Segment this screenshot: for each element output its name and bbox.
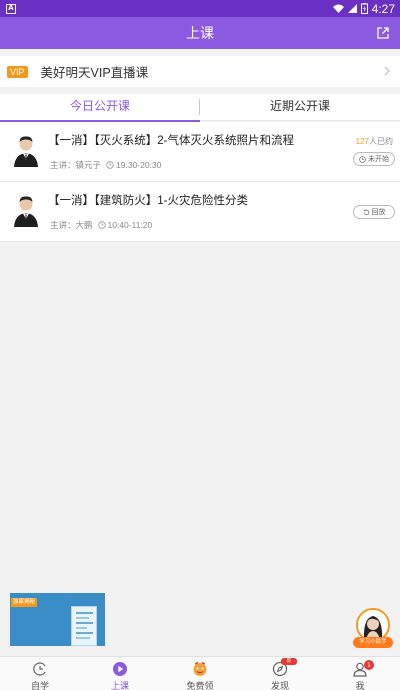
booked-count: 127人已约 — [355, 137, 393, 146]
helper-label: 学习小助手 — [353, 637, 393, 648]
replay-icon — [363, 208, 369, 215]
clock-icon — [359, 155, 366, 163]
replay-button[interactable]: 回放 — [353, 205, 395, 219]
nav-label: 自学 — [30, 681, 49, 690]
not-started-button[interactable]: 未开始 — [353, 152, 395, 166]
teacher-avatar — [14, 136, 38, 167]
course-meta: 主讲：大鹏 10:40-11:20 — [50, 219, 152, 231]
study-icon — [33, 662, 46, 676]
course-time: 19:30-20:30 — [116, 160, 162, 170]
vip-badge: VIP — [7, 65, 28, 78]
study-helper-button[interactable]: 学习小助手 — [353, 608, 393, 650]
list-item[interactable]: 【一消】【建筑防火】1-火灾危险性分类 主讲：大鹏 10:40-11:20 回放 — [0, 182, 400, 242]
nav-item-free[interactable]: 免费领 — [160, 657, 240, 690]
share-icon[interactable] — [376, 26, 390, 40]
tab-today-open-course[interactable]: 今日公开课 — [0, 94, 200, 122]
page-title: 上课 — [186, 25, 214, 41]
vip-title: 美好明天VIP直播课 — [40, 66, 149, 80]
nav-item-discover[interactable]: 新 发现 — [240, 657, 320, 690]
clock-icon — [106, 161, 114, 169]
course-teacher: 主讲：镇元子 — [50, 160, 102, 170]
nav-label: 免费领 — [186, 681, 214, 690]
nav-item-me[interactable]: 1 我 — [320, 657, 400, 690]
nav-item-class[interactable]: 上课 — [80, 657, 160, 690]
course-title: 【一消】【建筑防火】1-火灾危险性分类 — [48, 195, 248, 207]
course-teacher: 主讲：大鹏 — [50, 220, 93, 230]
phone-preview-image — [71, 606, 97, 646]
play-icon — [113, 662, 127, 676]
list-item[interactable]: 【一消】【灭火系统】2-气体灭火系统照片和流程 主讲：镇元子 19:30-20:… — [0, 122, 400, 182]
new-badge: 新 — [281, 658, 297, 665]
course-tabs: 今日公开课 近期公开课 — [0, 94, 400, 122]
signal-icon — [347, 4, 357, 13]
notification-badge: 1 — [364, 660, 374, 670]
clock-time: 4:27 — [371, 1, 395, 16]
course-list: 【一消】【灭火系统】2-气体灭火系统照片和流程 主讲：镇元子 19:30-20:… — [0, 122, 400, 242]
nav-label: 发现 — [270, 681, 289, 690]
battery-icon — [360, 3, 368, 14]
video-tag: 独家揭秘 — [11, 598, 38, 607]
app-header: 上课 — [0, 17, 400, 49]
clock-icon — [97, 221, 106, 229]
course-time: 10:40-11:20 — [107, 220, 153, 230]
course-meta: 主讲：镇元子 19:30-20:30 — [50, 159, 161, 171]
chevron-right-icon — [384, 66, 390, 76]
floating-video-window[interactable]: 独家揭秘 — [10, 593, 105, 646]
gift-icon — [193, 661, 207, 676]
nav-label: 我 — [355, 681, 365, 690]
status-bar: A 4:27 — [0, 0, 400, 17]
nav-label: 上课 — [110, 681, 129, 690]
bottom-navigation: 自学 上课 免费领 新 发现 1 我 — [0, 656, 400, 690]
wifi-icon — [332, 4, 344, 13]
teacher-avatar — [14, 196, 38, 227]
tab-recent-open-course[interactable]: 近期公开课 — [200, 94, 400, 120]
app-notification-icon: A — [6, 3, 16, 14]
nav-item-study[interactable]: 自学 — [0, 657, 80, 690]
tab-divider — [199, 99, 200, 115]
course-title: 【一消】【灭火系统】2-气体灭火系统照片和流程 — [48, 135, 294, 147]
vip-live-course-entry[interactable]: VIP 美好明天VIP直播课 — [0, 56, 400, 87]
